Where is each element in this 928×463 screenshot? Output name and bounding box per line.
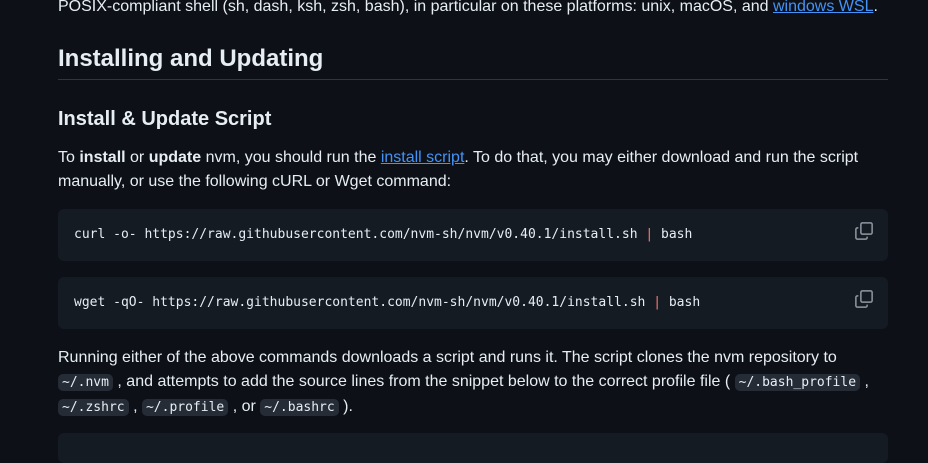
wget-command[interactable]: wget -qO- https://raw.githubusercontent.… <box>74 291 700 315</box>
wget-code-block[interactable]: wget -qO- https://raw.githubusercontent.… <box>58 277 888 329</box>
copy-button[interactable] <box>854 221 874 241</box>
intro-paragraph: POSIX-compliant shell (sh, dash, ksh, zs… <box>58 0 878 19</box>
copy-button[interactable] <box>854 289 874 309</box>
update-bold: update <box>148 149 202 166</box>
install-paragraph: To install or update nvm, you should run… <box>58 146 888 194</box>
curl-code-block[interactable]: curl -o- https://raw.githubusercontent.c… <box>58 209 888 261</box>
install-script-subheading: Install & Update Script <box>58 108 272 130</box>
copy-icon <box>855 290 873 308</box>
snippet-code-block[interactable] <box>58 433 888 463</box>
windows-wsl-link[interactable]: windows WSL <box>773 0 873 15</box>
inline-code: ~/.profile <box>141 399 229 416</box>
para1-text: nvm, you should run the <box>201 149 381 166</box>
install-script-link[interactable]: install script <box>381 149 465 166</box>
intro-text-end: . <box>873 0 878 15</box>
para1-text: or <box>125 149 149 166</box>
install-bold: install <box>79 149 126 166</box>
inline-code: ~/.zshrc <box>58 399 129 416</box>
copy-icon <box>855 222 873 240</box>
pipe-symbol: | <box>645 227 654 242</box>
inline-code: ~/.bash_profile <box>734 374 861 391</box>
inline-code: ~/.bashrc <box>260 399 339 416</box>
inline-code: ~/.nvm <box>58 374 113 391</box>
curl-command[interactable]: curl -o- https://raw.githubusercontent.c… <box>74 223 692 247</box>
installing-heading: Installing and Updating <box>58 42 888 80</box>
pipe-symbol: | <box>653 295 662 310</box>
running-paragraph: Running either of the above commands dow… <box>58 349 869 416</box>
intro-text: POSIX-compliant shell (sh, dash, ksh, zs… <box>58 0 773 15</box>
para1-text: To <box>58 149 80 166</box>
